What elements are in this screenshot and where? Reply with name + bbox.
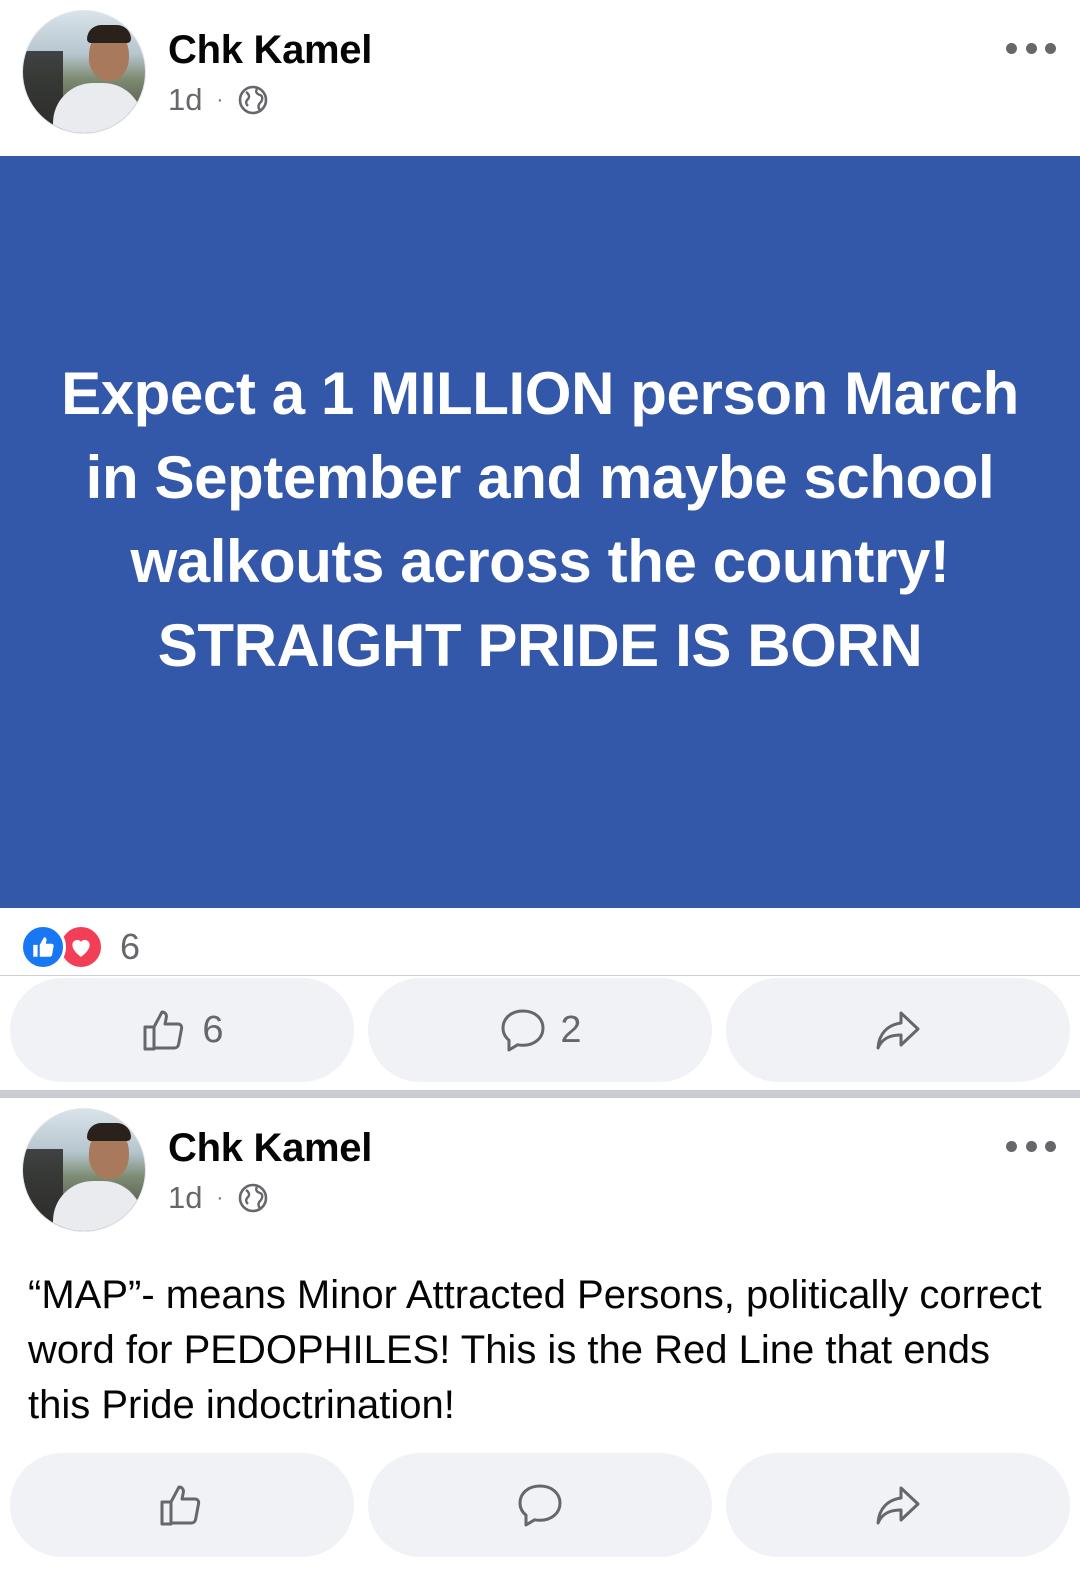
post-meta: 1d · — [168, 1180, 269, 1216]
post-actions — [0, 1453, 1080, 1557]
comment-button[interactable] — [368, 1453, 712, 1557]
like-button[interactable]: 6 — [10, 978, 354, 1082]
author-avatar[interactable] — [22, 1108, 146, 1232]
banner-text-line: STRAIGHT PRIDE IS BORN — [157, 612, 923, 679]
like-count: 6 — [202, 1008, 224, 1051]
share-arrow-icon — [876, 1486, 920, 1525]
banner-text-line: Expect a 1 MILLION person March in Septe… — [61, 360, 1019, 595]
more-options-icon[interactable] — [1006, 1136, 1056, 1156]
post-timestamp[interactable]: 1d — [168, 1180, 202, 1216]
author-name[interactable]: Chk Kamel — [168, 28, 372, 73]
comment-bubble-icon — [501, 1009, 545, 1052]
post-meta: 1d · — [168, 82, 269, 118]
like-button[interactable] — [10, 1453, 354, 1557]
share-arrow-icon — [876, 1011, 920, 1050]
thumbs-up-icon — [143, 1010, 184, 1051]
reaction-count: 6 — [120, 926, 141, 967]
author-name[interactable]: Chk Kamel — [168, 1126, 372, 1171]
banner-text: Expect a 1 MILLION person March in Septe… — [40, 352, 1040, 688]
meta-separator: · — [216, 1186, 224, 1209]
post-timestamp[interactable]: 1d — [168, 82, 202, 118]
post-header: Chk Kamel 1d · — [0, 0, 1080, 156]
thumbs-up-icon — [160, 1485, 201, 1526]
feed-separator — [0, 1090, 1080, 1098]
author-avatar[interactable] — [22, 10, 146, 134]
globe-icon — [238, 85, 268, 115]
share-button[interactable] — [726, 1453, 1070, 1557]
text-background-post: Expect a 1 MILLION person March in Septe… — [0, 156, 1080, 908]
post-actions: 6 2 — [0, 978, 1080, 1082]
reactions-summary[interactable]: 6 — [0, 908, 1080, 976]
like-reaction-icon — [20, 924, 66, 970]
comment-button[interactable]: 2 — [368, 978, 712, 1082]
globe-icon — [238, 1183, 268, 1213]
comment-bubble-icon — [518, 1484, 562, 1527]
reaction-icons — [20, 924, 112, 974]
post-header: Chk Kamel 1d · — [0, 1098, 1080, 1254]
more-options-icon[interactable] — [1006, 38, 1056, 58]
post-text: “MAP”- means Minor Attracted Persons, po… — [28, 1273, 1042, 1427]
comment-count: 2 — [560, 1008, 582, 1051]
post-card: Chk Kamel 1d · Expect a 1 MILLION person… — [0, 0, 1080, 1090]
meta-separator: · — [216, 88, 224, 111]
post-card: Chk Kamel 1d · “MAP”- means Minor Attrac… — [0, 1098, 1080, 1576]
share-button[interactable] — [726, 978, 1070, 1082]
